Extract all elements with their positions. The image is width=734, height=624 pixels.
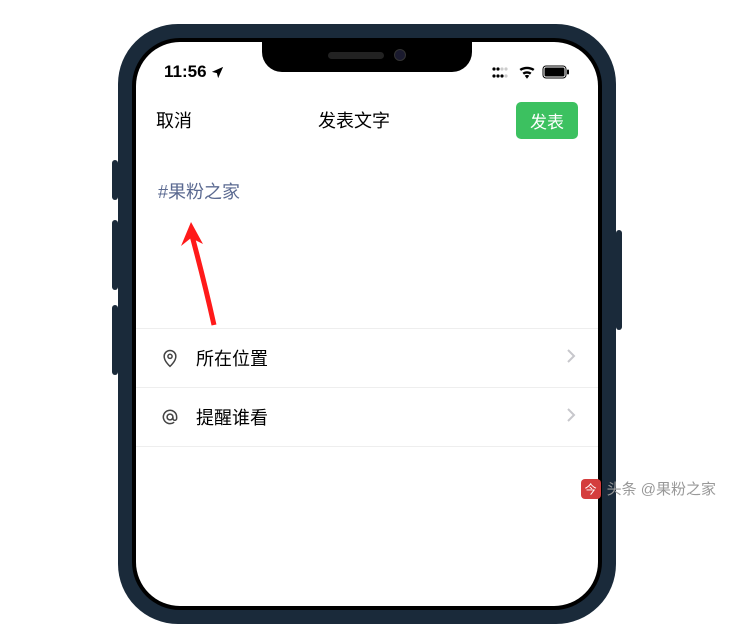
- options-list: 所在位置 提醒谁看: [136, 328, 598, 447]
- status-time: 11:56: [164, 62, 207, 82]
- dual-sim-icon: [492, 65, 512, 79]
- phone-front-camera: [394, 49, 406, 61]
- phone-screen: 11:56: [136, 42, 598, 606]
- watermark: 头条 @果粉之家: [581, 478, 716, 499]
- chevron-right-icon: [566, 407, 576, 428]
- status-right: [492, 65, 570, 79]
- wifi-icon: [518, 65, 536, 79]
- toutiao-logo-icon: [581, 479, 601, 499]
- mention-label: 提醒谁看: [196, 404, 552, 430]
- publish-button[interactable]: 发表: [516, 102, 578, 139]
- location-label: 所在位置: [196, 345, 552, 371]
- location-option[interactable]: 所在位置: [136, 329, 598, 388]
- page-title: 发表文字: [318, 107, 390, 133]
- mention-option[interactable]: 提醒谁看: [136, 388, 598, 447]
- phone-speaker: [328, 52, 384, 59]
- phone-power-button: [616, 230, 622, 330]
- at-icon: [158, 407, 182, 427]
- location-arrow-icon: [210, 65, 225, 80]
- watermark-text: 头条 @果粉之家: [607, 478, 716, 499]
- battery-icon: [542, 65, 570, 79]
- compose-textarea[interactable]: #果粉之家: [136, 148, 598, 328]
- location-pin-icon: [158, 347, 182, 369]
- nav-bar: 取消 发表文字 发表: [136, 92, 598, 148]
- status-left: 11:56: [164, 62, 225, 82]
- chevron-right-icon: [566, 348, 576, 369]
- hashtag-text[interactable]: #果粉之家: [158, 182, 240, 202]
- phone-frame: 11:56: [118, 24, 616, 624]
- cancel-button[interactable]: 取消: [156, 107, 192, 133]
- phone-notch: [262, 38, 472, 72]
- phone-bezel: 11:56: [132, 38, 602, 610]
